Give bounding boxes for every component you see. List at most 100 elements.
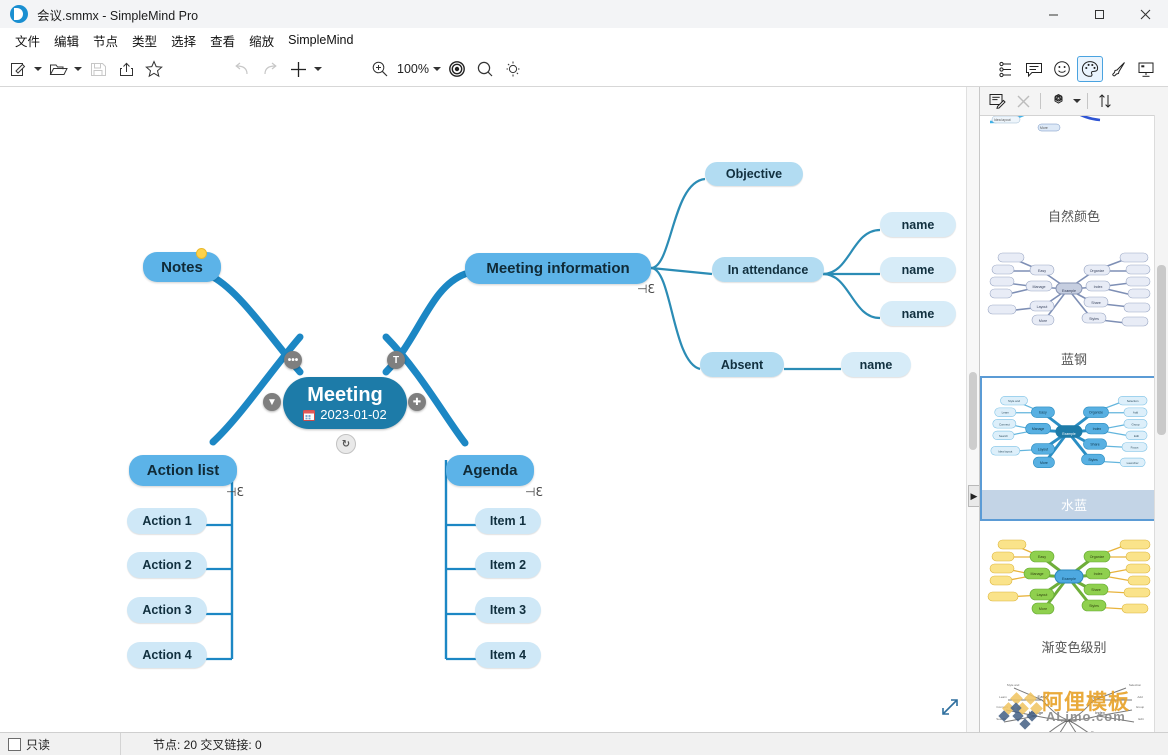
mindmap-node-item-1[interactable]: Item 1 bbox=[475, 508, 541, 534]
rotate-handle[interactable]: ↻ bbox=[336, 434, 356, 454]
new-document-dropdown-icon[interactable] bbox=[32, 56, 44, 82]
canvas-vertical-scrollbar[interactable] bbox=[966, 87, 979, 732]
svg-text:Connect: Connect bbox=[999, 422, 1010, 426]
collapse-toggle-action-list[interactable]: ⊣Ɛ bbox=[226, 485, 244, 499]
mindmap-node-notes[interactable]: Notes bbox=[143, 248, 221, 282]
action-3-label: Action 3 bbox=[142, 603, 192, 617]
zoom-level-label[interactable]: 100% bbox=[397, 62, 429, 76]
theme-item-compact-gray[interactable]: Example EasyManageLayoutMore OrganizeInd… bbox=[980, 664, 1168, 732]
minimize-icon[interactable] bbox=[1030, 0, 1076, 28]
title-bar: 会议.smmx - SimpleMind Pro bbox=[0, 0, 1168, 28]
note-comment-icon[interactable] bbox=[1021, 56, 1047, 82]
mindmap-node-absent-name[interactable]: name bbox=[841, 352, 911, 377]
theme-item-bluesteel[interactable]: Example Easy Manage Layout More Organize Ind… bbox=[980, 233, 1168, 376]
open-folder-dropdown-icon[interactable] bbox=[72, 56, 84, 82]
spiral-target-icon[interactable] bbox=[444, 56, 470, 82]
theme-item-natural[interactable]: Idea layoutMore StylesFu 自然颜色 bbox=[980, 116, 1168, 233]
zoom-dropdown-icon[interactable] bbox=[431, 56, 443, 82]
plus-icon[interactable] bbox=[285, 56, 311, 82]
theme-item-gradient[interactable]: Example Easy Manage Layout More Organize Ind… bbox=[980, 521, 1168, 664]
mindmap-node-action-list[interactable]: Action list bbox=[129, 455, 237, 486]
undo-arrow-icon[interactable] bbox=[229, 56, 255, 82]
edit-style-icon[interactable] bbox=[984, 89, 1010, 113]
new-document-icon[interactable] bbox=[5, 56, 31, 82]
gear-settings-icon[interactable] bbox=[1045, 89, 1071, 113]
close-icon[interactable] bbox=[1122, 0, 1168, 28]
open-folder-icon[interactable] bbox=[45, 56, 71, 82]
svg-text:Layout: Layout bbox=[1037, 305, 1048, 309]
smiley-emoticon-icon[interactable] bbox=[1049, 56, 1075, 82]
collapse-toggle-agenda[interactable]: ⊣Ɛ bbox=[525, 485, 543, 499]
fit-to-screen-icon[interactable] bbox=[939, 696, 961, 718]
window-controls bbox=[1030, 0, 1168, 28]
svg-text:More: More bbox=[1040, 126, 1048, 130]
save-disk-icon[interactable] bbox=[85, 56, 111, 82]
mindmap-canvas[interactable]: Meeting 2023-01-02 ••• T ▼ ✚ ↻ Notes Mee… bbox=[0, 87, 979, 732]
maximize-icon[interactable] bbox=[1076, 0, 1122, 28]
simplemind-window: 会议.smmx - SimpleMind Pro 文件 编辑 节点 类型 选择 … bbox=[0, 0, 1168, 755]
collapse-arrow-handle[interactable]: ▼ bbox=[263, 393, 281, 411]
search-magnifier-icon[interactable] bbox=[472, 56, 498, 82]
theme-panel-scrollbar[interactable] bbox=[1154, 115, 1168, 732]
mindmap-node-item-3[interactable]: Item 3 bbox=[475, 597, 541, 623]
readonly-toggle[interactable]: 只读 bbox=[0, 733, 120, 755]
brush-paint-icon[interactable] bbox=[1105, 56, 1131, 82]
svg-text:Layout: Layout bbox=[1037, 593, 1048, 597]
ellipsis-handle[interactable]: ••• bbox=[284, 351, 302, 369]
toolbar-divider-2 bbox=[1087, 93, 1088, 109]
mindmap-node-item-4[interactable]: Item 4 bbox=[475, 642, 541, 668]
svg-text:Share: Share bbox=[1091, 301, 1101, 305]
svg-text:Learn: Learn bbox=[999, 695, 1007, 699]
action-list-label: Action list bbox=[146, 462, 220, 479]
add-child-handle[interactable]: ✚ bbox=[408, 393, 426, 411]
text-handle[interactable]: T bbox=[387, 351, 405, 369]
settings-dropdown-icon[interactable] bbox=[1071, 88, 1083, 114]
mindmap-node-action-4[interactable]: Action 4 bbox=[127, 642, 207, 668]
color-palette-icon[interactable] bbox=[1077, 56, 1103, 82]
svg-text:More: More bbox=[1039, 607, 1047, 611]
mindmap-node-absent[interactable]: Absent bbox=[700, 352, 784, 377]
outline-hierarchy-icon[interactable] bbox=[993, 56, 1019, 82]
mindmap-node-objective[interactable]: Objective bbox=[705, 162, 803, 186]
svg-text:Group: Group bbox=[1136, 705, 1145, 709]
mindmap-node-name-2[interactable]: name bbox=[880, 257, 956, 282]
menu-item-node[interactable]: 节点 bbox=[86, 29, 125, 52]
mindmap-node-meeting-information[interactable]: Meeting information bbox=[465, 253, 651, 284]
mindmap-node-name-3[interactable]: name bbox=[880, 301, 956, 326]
collapse-toggle-meeting-information[interactable]: ⊣Ɛ bbox=[637, 282, 655, 296]
export-share-icon[interactable] bbox=[113, 56, 139, 82]
star-icon[interactable] bbox=[141, 56, 167, 82]
delete-x-icon[interactable] bbox=[1010, 89, 1036, 113]
menu-item-file[interactable]: 文件 bbox=[8, 29, 47, 52]
menu-item-edit[interactable]: 编辑 bbox=[47, 29, 86, 52]
mindmap-node-action-3[interactable]: Action 3 bbox=[127, 597, 207, 623]
sort-updown-icon[interactable] bbox=[1092, 89, 1118, 113]
svg-text:Add: Add bbox=[1137, 695, 1143, 699]
mindmap-node-action-2[interactable]: Action 2 bbox=[127, 552, 207, 578]
meeting-information-label: Meeting information bbox=[486, 260, 630, 277]
mindmap-node-root[interactable]: Meeting 2023-01-02 bbox=[283, 377, 407, 429]
svg-text:Easy: Easy bbox=[1038, 269, 1046, 273]
theme-panel-scrollbar-thumb[interactable] bbox=[1157, 265, 1166, 435]
theme-item-aqua[interactable]: Example Easy Manage Layout More Organize Ind… bbox=[980, 376, 1168, 521]
mindmap-node-name-1[interactable]: name bbox=[880, 212, 956, 237]
menu-item-view[interactable]: 查看 bbox=[203, 29, 242, 52]
canvas-scrollbar-thumb[interactable] bbox=[969, 372, 977, 450]
readonly-checkbox[interactable] bbox=[8, 737, 21, 751]
plus-dropdown-icon[interactable] bbox=[312, 56, 324, 82]
menu-item-type[interactable]: 类型 bbox=[125, 29, 164, 52]
mindmap-node-item-2[interactable]: Item 2 bbox=[475, 552, 541, 578]
name-3-label: name bbox=[901, 306, 935, 321]
presentation-board-icon[interactable] bbox=[1133, 56, 1159, 82]
mindmap-node-in-attendance[interactable]: In attendance bbox=[712, 257, 824, 282]
lightbulb-idea-icon[interactable] bbox=[500, 56, 526, 82]
zoom-in-magnifier-icon[interactable] bbox=[367, 56, 393, 82]
menu-item-simplemind[interactable]: SimpleMind bbox=[281, 31, 360, 49]
theme-list[interactable]: Idea layoutMore StylesFu 自然颜色 bbox=[980, 116, 1168, 732]
panel-collapse-arrow-icon[interactable]: ▶ bbox=[968, 485, 979, 507]
menu-item-select[interactable]: 选择 bbox=[164, 29, 203, 52]
mindmap-node-action-1[interactable]: Action 1 bbox=[127, 508, 207, 534]
redo-arrow-icon[interactable] bbox=[257, 56, 283, 82]
mindmap-node-agenda[interactable]: Agenda bbox=[446, 455, 534, 486]
menu-item-zoom[interactable]: 缩放 bbox=[242, 29, 281, 52]
